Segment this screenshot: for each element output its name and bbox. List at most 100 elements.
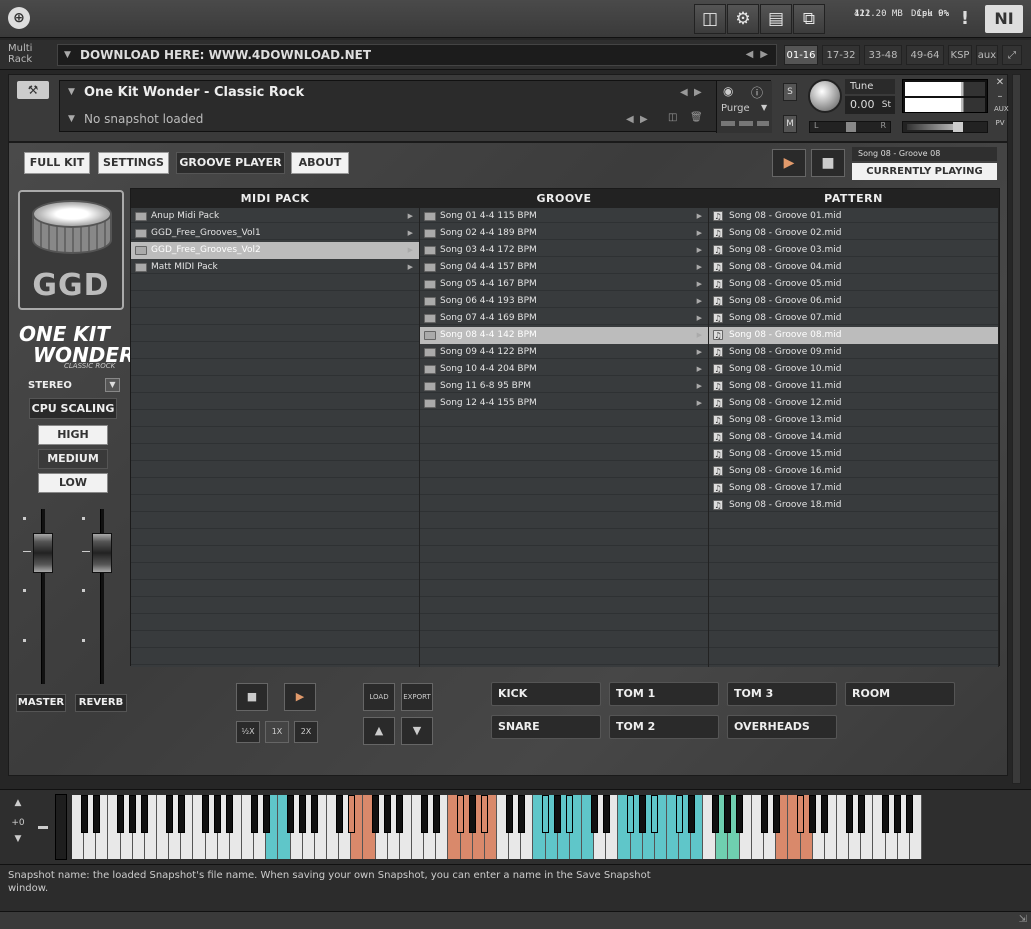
volume-handle[interactable] <box>953 122 963 132</box>
solo-button[interactable]: S <box>783 83 797 101</box>
reverb-fader-handle[interactable] <box>92 533 112 573</box>
pattern-play-button[interactable]: ▶ <box>284 683 316 711</box>
piano-keyboard[interactable] <box>72 795 922 859</box>
rack-tab-17-32[interactable]: 17-32 <box>822 45 860 65</box>
black-key[interactable] <box>796 795 805 833</box>
export-button[interactable]: EXPORT <box>401 683 433 711</box>
rack-tab-33-48[interactable]: 33-48 <box>864 45 902 65</box>
pattern-row[interactable]: ♫ Song 08 - Groove 04.mid <box>709 259 998 276</box>
close-icon[interactable]: ✕ <box>994 77 1006 88</box>
black-key[interactable] <box>554 795 562 833</box>
black-key[interactable] <box>772 795 780 833</box>
tab-about[interactable]: ABOUT <box>291 152 349 174</box>
black-key[interactable] <box>821 795 829 833</box>
pattern-row[interactable]: ♫ Song 08 - Groove 16.mid <box>709 463 998 480</box>
black-key[interactable] <box>881 795 890 833</box>
black-key[interactable] <box>80 795 88 833</box>
black-key[interactable] <box>347 795 355 833</box>
ni-logo-icon[interactable]: NI <box>985 5 1023 33</box>
pattern-row[interactable]: ♫ Song 08 - Groove 03.mid <box>709 242 998 259</box>
black-key[interactable] <box>651 795 659 833</box>
black-key[interactable] <box>432 795 440 833</box>
load-button[interactable]: LOAD <box>363 683 395 711</box>
black-key[interactable] <box>736 795 744 833</box>
snapshot-dropdown-icon[interactable]: ▼ <box>68 114 75 124</box>
black-key[interactable] <box>687 795 695 833</box>
snapshot-delete-icon[interactable]: 🗑 <box>690 112 703 123</box>
pan-slider[interactable]: L R <box>809 121 891 133</box>
groove-row[interactable]: Song 05 4-4 167 BPM ▶ <box>420 276 708 293</box>
black-key[interactable] <box>384 795 392 833</box>
black-key[interactable] <box>226 795 234 833</box>
down-button[interactable]: ▼ <box>401 717 433 745</box>
black-key[interactable] <box>724 795 732 833</box>
aux-label[interactable]: AUX <box>994 105 1009 113</box>
cpu-high-button[interactable]: HIGH <box>38 425 108 445</box>
master-fader-handle[interactable] <box>33 533 53 573</box>
black-key[interactable] <box>760 795 768 833</box>
dropdown-arrow-icon[interactable]: ▼ <box>64 45 71 65</box>
collapse-icon[interactable]: ⤢ <box>1002 45 1022 65</box>
mod-wheel[interactable] <box>55 794 67 860</box>
pattern-row[interactable]: ♫ Song 08 - Groove 13.mid <box>709 412 998 429</box>
black-key[interactable] <box>165 795 173 833</box>
mixer-snare-button[interactable]: SNARE <box>491 715 601 739</box>
save-icon[interactable]: ◫ <box>694 4 726 34</box>
black-key[interactable] <box>845 795 853 833</box>
gear-icon[interactable]: ⚙ <box>727 4 759 34</box>
kontakt-logo-icon[interactable]: ⊕ <box>8 7 30 29</box>
purge-dropdown-icon[interactable]: ▼ <box>761 103 767 112</box>
midi-pack-row[interactable]: Anup Midi Pack ▶ <box>131 208 419 225</box>
resize-icon[interactable]: ⧉ <box>793 4 825 34</box>
pattern-row[interactable]: ♫ Song 08 - Groove 10.mid <box>709 361 998 378</box>
stereo-toggle[interactable]: ▼ <box>105 378 120 392</box>
pattern-row[interactable]: ♫ Song 08 - Groove 15.mid <box>709 446 998 463</box>
black-key[interactable] <box>566 795 574 833</box>
black-key[interactable] <box>481 795 489 833</box>
camera-icon[interactable]: ◉ <box>723 84 733 98</box>
groove-row[interactable]: Song 08 4-4 142 BPM ▶ <box>420 327 708 344</box>
groove-row[interactable]: Song 06 4-4 193 BPM ▶ <box>420 293 708 310</box>
pan-handle[interactable] <box>846 122 856 132</box>
stop-button[interactable]: ■ <box>811 149 845 177</box>
midi-pack-row[interactable]: GGD_Free_Grooves_Vol2 ▶ <box>131 242 419 259</box>
pattern-stop-button[interactable]: ■ <box>236 683 268 711</box>
snapshot-nav-icon[interactable]: ◀ ▶ <box>626 114 648 125</box>
black-key[interactable] <box>809 795 817 833</box>
rack-tab-49-64[interactable]: 49-64 <box>906 45 944 65</box>
pattern-row[interactable]: ♫ Song 08 - Groove 05.mid <box>709 276 998 293</box>
instrument-name[interactable]: One Kit Wonder - Classic Rock <box>84 85 304 100</box>
midi-pack-row[interactable]: GGD_Free_Grooves_Vol1 ▶ <box>131 225 419 242</box>
mute-button[interactable]: M <box>783 115 797 133</box>
groove-row[interactable]: Song 03 4-4 172 BPM ▶ <box>420 242 708 259</box>
black-key[interactable] <box>299 795 307 833</box>
groove-row[interactable]: Song 04 4-4 157 BPM ▶ <box>420 259 708 276</box>
rack-tab-aux[interactable]: aux <box>976 45 998 65</box>
tune-value[interactable]: 0.00 St <box>845 96 895 114</box>
pattern-row[interactable]: ♫ Song 08 - Groove 07.mid <box>709 310 998 327</box>
pattern-row[interactable]: ♫ Song 08 - Groove 17.mid <box>709 480 998 497</box>
black-key[interactable] <box>335 795 343 833</box>
pattern-row[interactable]: ♫ Song 08 - Groove 14.mid <box>709 429 998 446</box>
volume-slider[interactable] <box>902 121 988 133</box>
black-key[interactable] <box>396 795 404 833</box>
pv-label[interactable]: PV <box>994 119 1006 127</box>
play-button[interactable]: ▶ <box>772 149 806 177</box>
groove-row[interactable]: Song 01 4-4 115 BPM ▶ <box>420 208 708 225</box>
black-key[interactable] <box>857 795 865 833</box>
mixer-tom2-button[interactable]: TOM 2 <box>609 715 719 739</box>
rack-scrollbar[interactable] <box>1012 74 1021 784</box>
black-key[interactable] <box>311 795 319 833</box>
pattern-row[interactable]: ♫ Song 08 - Groove 11.mid <box>709 378 998 395</box>
black-key[interactable] <box>602 795 610 833</box>
pitch-wheel[interactable] <box>38 826 48 829</box>
rack-nav-arrows-icon[interactable]: ◀ ▶ <box>746 45 768 65</box>
groove-row[interactable]: Song 02 4-4 189 BPM ▶ <box>420 225 708 242</box>
black-key[interactable] <box>906 795 914 833</box>
black-key[interactable] <box>675 795 683 833</box>
black-key[interactable] <box>711 795 720 833</box>
black-key[interactable] <box>639 795 647 833</box>
black-key[interactable] <box>517 795 525 833</box>
midi-pack-row[interactable]: Matt MIDI Pack ▶ <box>131 259 419 276</box>
speed-1x-button[interactable]: 1X <box>265 721 289 743</box>
